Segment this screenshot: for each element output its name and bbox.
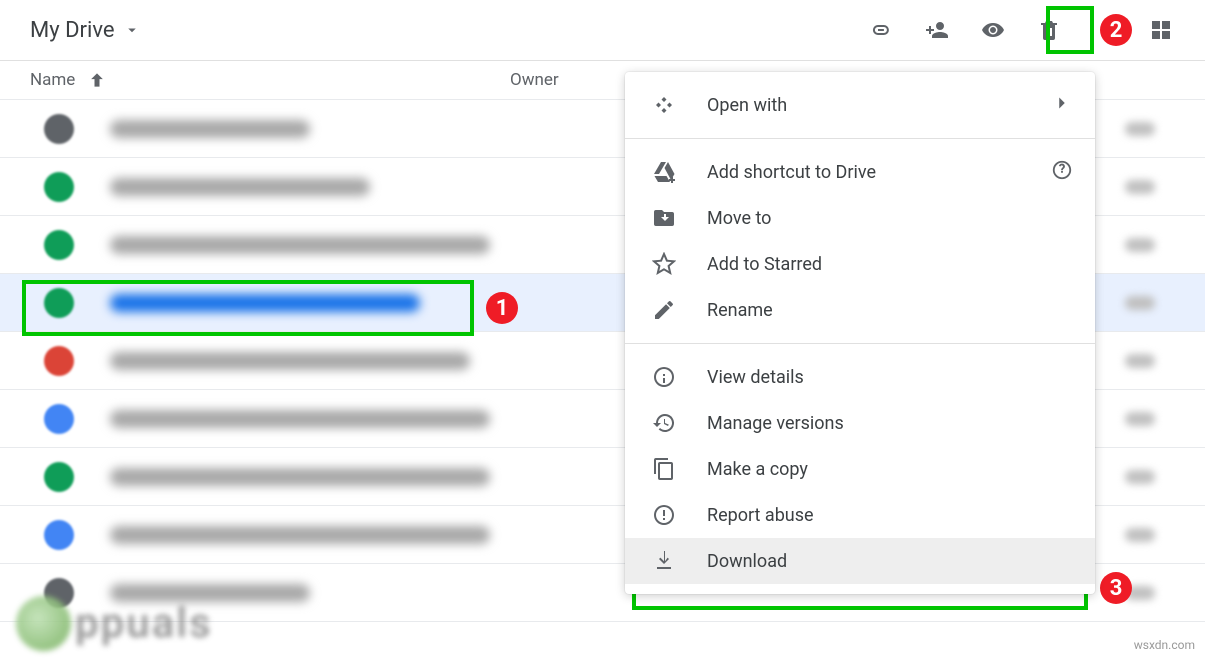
get-link-button[interactable] <box>867 16 895 44</box>
chevron-down-icon <box>123 21 141 39</box>
menu-add-starred-label: Add to Starred <box>707 254 822 275</box>
menu-make-copy[interactable]: Make a copy <box>625 446 1095 492</box>
menu-divider <box>625 343 1095 344</box>
copy-icon <box>651 456 677 482</box>
file-type-icon <box>44 230 74 260</box>
column-header-name[interactable]: Name <box>30 70 510 90</box>
eye-icon <box>981 18 1005 42</box>
file-name <box>110 294 420 312</box>
menu-view-details[interactable]: View details <box>625 354 1095 400</box>
help-icon[interactable] <box>1051 159 1073 186</box>
drive-add-icon <box>651 159 677 185</box>
menu-move-to-label: Move to <box>707 208 771 229</box>
file-owner <box>1125 180 1155 194</box>
file-type-icon <box>44 346 74 376</box>
grid-icon <box>1149 18 1173 42</box>
column-header-owner-label: Owner <box>510 70 559 90</box>
breadcrumb-label: My Drive <box>30 18 115 43</box>
file-type-icon <box>44 520 74 550</box>
menu-download[interactable]: Download <box>625 538 1095 584</box>
history-icon <box>651 410 677 436</box>
delete-button[interactable] <box>1035 16 1063 44</box>
menu-rename[interactable]: Rename <box>625 287 1095 333</box>
menu-manage-versions[interactable]: Manage versions <box>625 400 1095 446</box>
file-owner <box>1125 238 1155 252</box>
menu-rename-label: Rename <box>707 300 773 321</box>
file-type-icon <box>44 114 74 144</box>
link-icon <box>869 18 893 42</box>
grid-view-button[interactable] <box>1147 16 1175 44</box>
menu-manage-versions-label: Manage versions <box>707 413 844 434</box>
info-icon <box>651 364 677 390</box>
share-button[interactable] <box>923 16 951 44</box>
toolbar <box>867 16 1181 44</box>
watermark: wsxdn.com <box>1134 638 1195 652</box>
file-type-icon <box>44 404 74 434</box>
file-owner <box>1125 296 1155 310</box>
file-owner <box>1125 412 1155 426</box>
file-name <box>110 178 370 196</box>
menu-open-with-label: Open with <box>707 95 787 116</box>
menu-view-details-label: View details <box>707 367 804 388</box>
file-name <box>110 468 490 486</box>
open-with-icon <box>651 92 677 118</box>
arrow-up-icon <box>87 70 107 90</box>
file-type-icon <box>44 462 74 492</box>
file-name <box>110 352 470 370</box>
header: My Drive <box>0 0 1205 60</box>
menu-add-shortcut[interactable]: Add shortcut to Drive <box>625 149 1095 195</box>
more-actions-button[interactable] <box>1091 16 1119 44</box>
report-icon <box>651 502 677 528</box>
more-vert-icon <box>1093 18 1117 42</box>
file-owner <box>1125 586 1155 600</box>
file-owner <box>1125 528 1155 542</box>
preview-button[interactable] <box>979 16 1007 44</box>
file-name <box>110 526 490 544</box>
trash-icon <box>1037 18 1061 42</box>
file-owner <box>1125 354 1155 368</box>
file-owner <box>1125 470 1155 484</box>
menu-add-starred[interactable]: Add to Starred <box>625 241 1095 287</box>
download-icon <box>651 548 677 574</box>
column-header-name-label: Name <box>30 70 75 90</box>
menu-report-abuse[interactable]: Report abuse <box>625 492 1095 538</box>
menu-move-to[interactable]: Move to <box>625 195 1095 241</box>
context-menu: Open with Add shortcut to Drive Move to … <box>625 72 1095 594</box>
source-logo-text: ppuals <box>75 599 213 648</box>
source-logo: ppuals <box>0 588 250 658</box>
breadcrumb[interactable]: My Drive <box>30 18 141 43</box>
rename-icon <box>651 297 677 323</box>
person-add-icon <box>925 18 949 42</box>
file-name <box>110 236 490 254</box>
menu-make-copy-label: Make a copy <box>707 459 808 480</box>
menu-open-with[interactable]: Open with <box>625 82 1095 128</box>
menu-download-label: Download <box>707 551 787 572</box>
file-owner <box>1125 122 1155 136</box>
file-type-icon <box>44 288 74 318</box>
move-to-icon <box>651 205 677 231</box>
menu-report-abuse-label: Report abuse <box>707 505 814 526</box>
file-name <box>110 120 310 138</box>
menu-add-shortcut-label: Add shortcut to Drive <box>707 162 876 183</box>
menu-divider <box>625 138 1095 139</box>
file-name <box>110 410 490 428</box>
chevron-right-icon <box>1051 92 1073 119</box>
file-type-icon <box>44 172 74 202</box>
star-icon <box>651 251 677 277</box>
